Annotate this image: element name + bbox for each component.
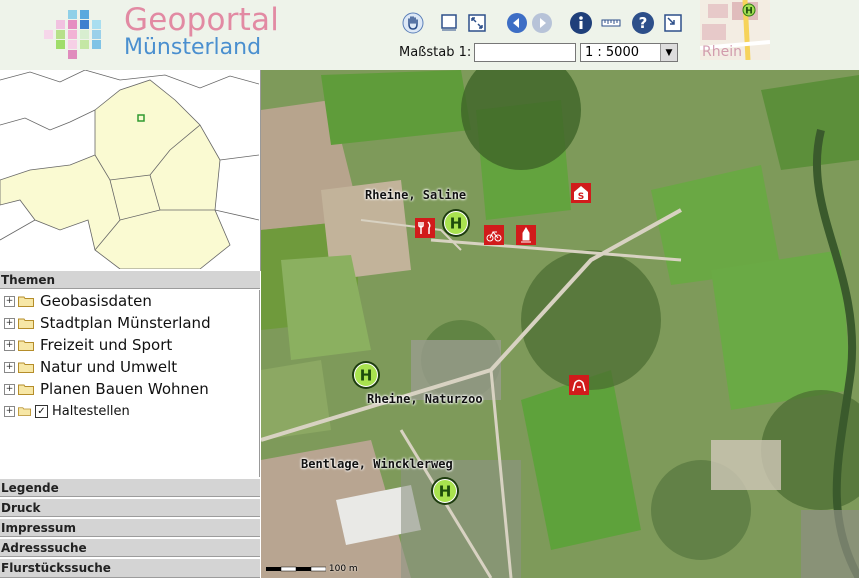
brand-subtitle: Münsterland — [124, 35, 262, 60]
map-label-wincklerweg: Bentlage, Wincklerweg — [301, 457, 453, 471]
panel-adresssuche[interactable]: Adresssuche — [0, 538, 260, 557]
expand-plus-icon[interactable]: + — [4, 339, 15, 351]
brand-title: Geoportal — [124, 2, 280, 38]
tree-item-haltestellen[interactable]: + ✓ Haltestellen — [4, 400, 130, 422]
help-icon[interactable]: ? — [630, 10, 656, 36]
bus-stop-letter: H — [450, 215, 463, 233]
svg-text:S: S — [578, 192, 584, 202]
measure-icon[interactable] — [598, 10, 624, 36]
scale-select-value: 1 : 5000 — [585, 45, 639, 60]
map-label-naturzoo: Rheine, Naturzoo — [367, 392, 483, 406]
bus-stop-icon[interactable]: H — [430, 476, 460, 506]
folder-icon — [18, 384, 34, 395]
scale-select[interactable]: 1 : 5000 ▼ — [580, 43, 678, 62]
tree-item-natur[interactable]: + Natur und Umwelt — [4, 356, 177, 378]
scale-bar-text: 100 m — [328, 564, 358, 574]
tree-item-label: Planen Bauen Wohnen — [40, 380, 209, 398]
monument-icon[interactable] — [516, 225, 536, 245]
full-extent-icon[interactable] — [464, 10, 490, 36]
bus-stop-letter: H — [360, 367, 373, 385]
overview-map[interactable] — [0, 69, 261, 271]
expand-plus-icon[interactable]: + — [4, 405, 15, 417]
haltestellen-checkbox[interactable]: ✓ — [35, 404, 48, 418]
museum-icon[interactable]: S — [571, 183, 591, 203]
tree-item-stadtplan[interactable]: + Stadtplan Münsterland — [4, 312, 211, 334]
folder-icon — [18, 407, 31, 416]
scale-label: Maßstab 1: — [399, 45, 472, 60]
tree-item-label: Haltestellen — [52, 403, 130, 419]
svg-text:?: ? — [639, 14, 648, 32]
zoom-box-icon[interactable] — [436, 10, 462, 36]
aerial-map-background — [261, 70, 859, 578]
themen-tree: + Geobasisdaten + Stadtplan Münsterland … — [0, 290, 260, 477]
mini-map-label: Rhein — [702, 44, 742, 60]
folder-icon — [18, 340, 34, 351]
bus-stop-letter: H — [439, 483, 452, 501]
folder-icon — [18, 318, 34, 329]
expand-plus-icon[interactable]: + — [4, 317, 15, 329]
restaurant-icon[interactable] — [415, 218, 435, 238]
folder-icon — [18, 362, 34, 373]
zoo-icon[interactable] — [569, 375, 589, 395]
tree-item-freizeit[interactable]: + Freizeit und Sport — [4, 334, 172, 356]
bus-stop-icon[interactable]: H — [441, 208, 471, 238]
info-icon[interactable] — [568, 10, 594, 36]
map-scale-bar: 100 m — [266, 564, 358, 574]
tree-item-label: Geobasisdaten — [40, 292, 152, 310]
forward-arrow-icon[interactable] — [529, 10, 555, 36]
mini-map-stop-letter: H — [745, 7, 753, 17]
panel-legende[interactable]: Legende — [0, 478, 260, 497]
main-map[interactable]: Rheine, Saline Rheine, Naturzoo Bentlage… — [261, 70, 859, 578]
expand-plus-icon[interactable]: + — [4, 383, 15, 395]
tree-item-label: Stadtplan Münsterland — [40, 314, 211, 332]
back-arrow-icon[interactable] — [504, 10, 530, 36]
panel-flurstueckssuche[interactable]: Flurstückssuche — [0, 558, 260, 578]
map-label-saline: Rheine, Saline — [365, 188, 467, 202]
pan-hand-icon[interactable] — [400, 10, 426, 36]
header: Geoportal Münsterland ? Maßstab 1: 1 : 5… — [0, 0, 859, 71]
expand-plus-icon[interactable]: + — [4, 361, 15, 373]
panel-impressum[interactable]: Impressum — [0, 518, 260, 537]
panel-druck[interactable]: Druck — [0, 498, 260, 517]
tree-item-geobasisdaten[interactable]: + Geobasisdaten — [4, 290, 152, 312]
zoom-select-icon[interactable] — [660, 10, 686, 36]
scale-input[interactable] — [474, 43, 576, 62]
expand-plus-icon[interactable]: + — [4, 295, 15, 307]
tree-item-label: Freizeit und Sport — [40, 336, 173, 354]
folder-icon — [18, 296, 34, 307]
themen-header[interactable]: Themen — [0, 270, 260, 289]
mini-map-preview[interactable]: H Rhein — [700, 0, 770, 60]
chevron-down-icon[interactable]: ▼ — [660, 44, 677, 61]
bicycle-icon[interactable] — [484, 225, 504, 245]
bus-stop-icon[interactable]: H — [351, 360, 381, 390]
logo-mosaic-icon — [40, 10, 110, 59]
tree-item-label: Natur und Umwelt — [40, 358, 178, 376]
tree-item-planen[interactable]: + Planen Bauen Wohnen — [4, 378, 209, 400]
